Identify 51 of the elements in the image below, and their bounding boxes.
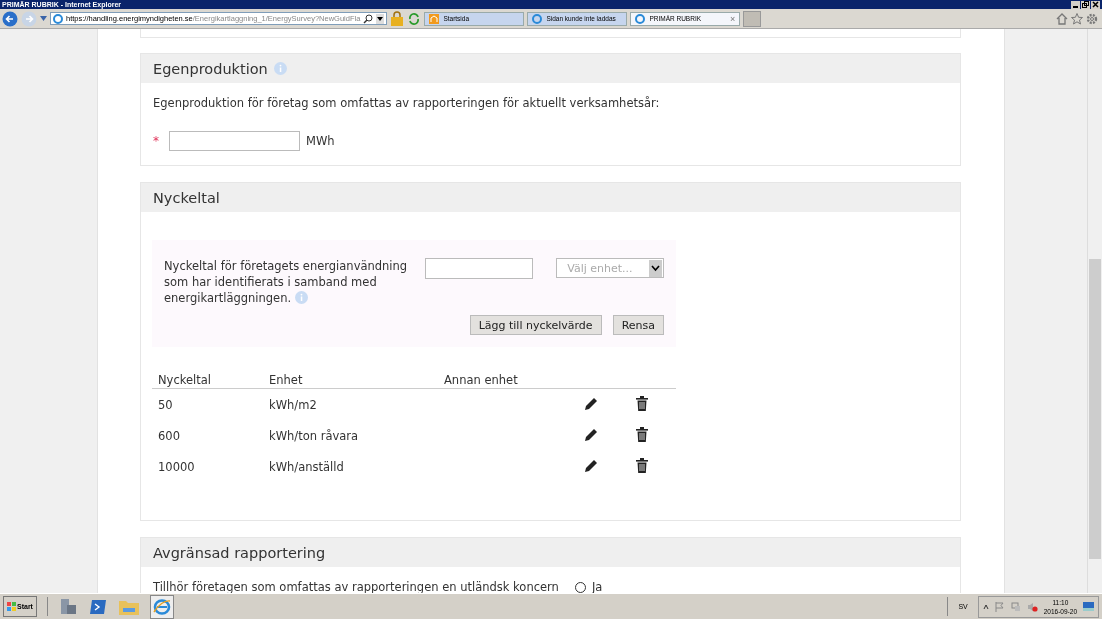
close-tab-button[interactable]: × — [730, 13, 736, 24]
question-text: Tillhör företagen som omfattas av rapporteringen en utländsk koncern — [153, 580, 559, 593]
pencil-icon[interactable] — [584, 395, 599, 411]
required-mark: * — [153, 134, 159, 148]
lock-icon[interactable] — [390, 10, 405, 27]
restore-icon — [1082, 1, 1089, 8]
network-icon[interactable] — [1010, 601, 1021, 612]
close-button[interactable] — [1091, 0, 1100, 9]
section-title: Nyckeltal — [153, 189, 220, 206]
flag-icon[interactable] — [994, 601, 1005, 612]
trash-icon[interactable] — [635, 426, 648, 442]
new-tab-button[interactable] — [743, 10, 762, 27]
speaker-muted-icon[interactable] — [1026, 601, 1038, 612]
clear-button[interactable]: Rensa — [612, 315, 664, 335]
minimize-button[interactable] — [1071, 0, 1080, 9]
column-header: Nyckeltal — [152, 373, 263, 389]
column-header: Annan enhet — [438, 373, 578, 389]
table-cell: 10000 — [158, 459, 195, 474]
unit-label: MWh — [306, 134, 335, 148]
close-icon — [1092, 1, 1099, 8]
pencil-icon[interactable] — [584, 426, 599, 442]
chevron-icon[interactable] — [982, 602, 989, 611]
column-header: Enhet — [263, 373, 438, 389]
description-text: Egenproduktion för företag som omfattas av rapporteringen för aktuellt verksamhetsår: — [153, 96, 661, 110]
trash-icon[interactable] — [635, 395, 648, 411]
show-desktop-icon[interactable] — [1083, 602, 1094, 611]
radio-label: Ja — [591, 580, 603, 593]
refresh-icon[interactable] — [407, 11, 422, 26]
field-label: Nyckeltal för företagets energianvändning som har identifierats i samband med energikartläggningen. — [164, 258, 409, 306]
home-icon — [429, 13, 440, 24]
dropdown-icon[interactable] — [376, 13, 385, 24]
restore-button[interactable] — [1081, 0, 1090, 9]
star-icon[interactable] — [1071, 12, 1083, 25]
table-cell: kWh/ton råvara — [269, 428, 359, 443]
search-icon[interactable] — [363, 13, 374, 24]
table-cell: kWh/anställd — [269, 459, 344, 474]
table-cell: 600 — [158, 428, 180, 443]
scrollbar[interactable] — [1087, 29, 1102, 593]
section-title: Egenproduktion — [153, 60, 268, 77]
windows-logo-icon — [7, 602, 16, 611]
dropdown-icon — [649, 259, 662, 277]
input-field[interactable] — [169, 131, 300, 151]
back-icon[interactable] — [2, 10, 18, 27]
add-button[interactable]: Lägg till nyckelvärde — [469, 315, 602, 335]
table-cell: kWh/m2 — [269, 397, 317, 412]
section-title: Avgränsad rapportering — [153, 544, 326, 561]
table-cell: 50 — [158, 397, 173, 412]
pencil-icon[interactable] — [584, 457, 599, 473]
trash-icon[interactable] — [635, 457, 648, 473]
taskbar-app[interactable] — [149, 594, 174, 619]
input-field[interactable] — [425, 258, 534, 279]
